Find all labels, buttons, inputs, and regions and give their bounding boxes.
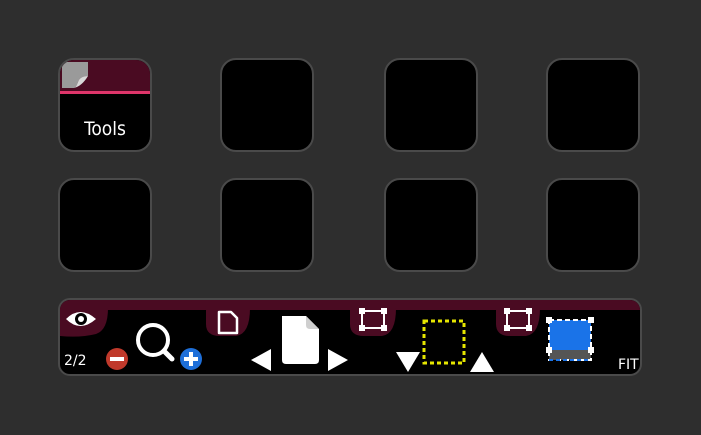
touch-strip-graphics xyxy=(60,300,640,372)
zoom-out-icon xyxy=(106,348,128,370)
magnifier-icon xyxy=(136,323,175,362)
empty-key-7[interactable] xyxy=(546,178,640,272)
fit-label: FIT xyxy=(618,357,639,373)
tools-label: Tools xyxy=(84,118,126,140)
zoom-in-icon xyxy=(180,348,202,370)
next-arrow-icon xyxy=(328,349,348,371)
fit-page-icon xyxy=(546,317,594,361)
selection-box-icon xyxy=(422,319,466,365)
frame-tab-1 xyxy=(350,308,396,336)
empty-key-2[interactable] xyxy=(384,58,478,152)
empty-key-1[interactable] xyxy=(220,58,314,152)
empty-key-6[interactable] xyxy=(384,178,478,272)
empty-key-4[interactable] xyxy=(58,178,152,272)
page-icon xyxy=(282,316,319,364)
page-curl-icon xyxy=(62,62,88,88)
empty-key-3[interactable] xyxy=(546,58,640,152)
empty-key-5[interactable] xyxy=(220,178,314,272)
previous-arrow-icon xyxy=(251,349,271,371)
tools-key[interactable]: Tools xyxy=(58,58,152,152)
up-arrow-icon xyxy=(470,352,494,372)
down-arrow-icon xyxy=(396,352,420,372)
touch-strip[interactable]: 2/2 FIT xyxy=(58,298,642,376)
frame-tab-2 xyxy=(496,308,540,336)
page-indicator: 2/2 xyxy=(64,353,87,369)
